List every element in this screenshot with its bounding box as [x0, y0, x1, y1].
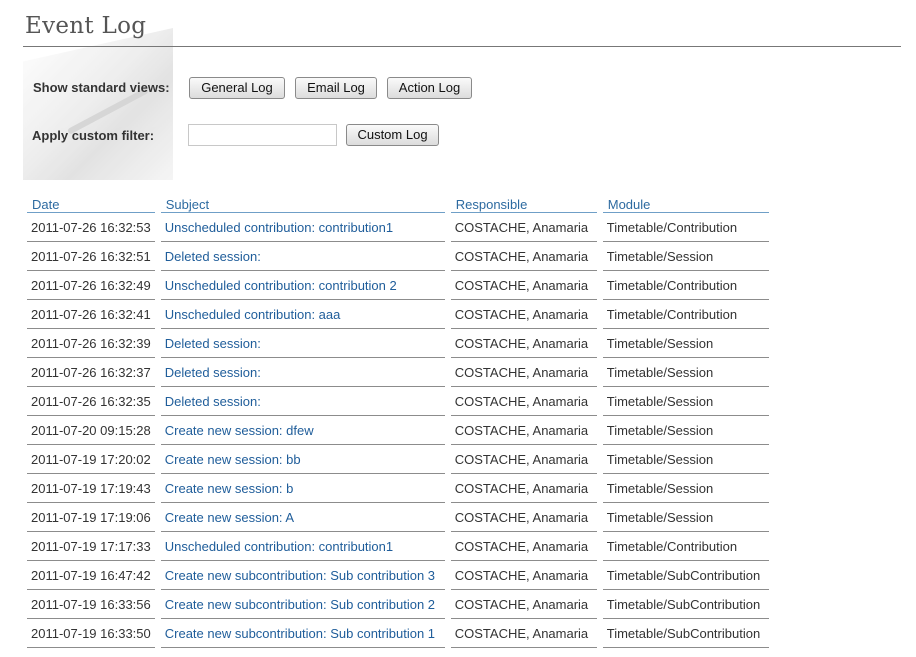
custom-filter-input[interactable] — [188, 124, 337, 146]
table-row: 2011-07-19 16:33:50 Create new subcontrib… — [27, 619, 769, 648]
table-row: 2011-07-19 17:20:02 Create new session: b… — [27, 445, 769, 474]
cell-subject-link[interactable]: Deleted session: — [160, 242, 445, 271]
email-log-button[interactable]: Email Log — [295, 77, 377, 99]
cell-module: Timetable/Session — [602, 329, 769, 358]
table-row: 2011-07-19 16:33:56 Create new subcontrib… — [27, 590, 769, 619]
cell-subject-link[interactable]: Create new subcontribution: Sub contribu… — [160, 590, 445, 619]
column-header-date[interactable]: Date — [27, 193, 155, 213]
column-header-subject[interactable]: Subject — [160, 193, 445, 213]
cell-module: Timetable/SubContribution — [602, 619, 769, 648]
cell-responsible: COSTACHE, Anamaria — [450, 532, 597, 561]
general-log-button[interactable]: General Log — [189, 77, 285, 99]
cell-date: 2011-07-19 16:47:42 — [27, 561, 155, 590]
cell-responsible: COSTACHE, Anamaria — [450, 387, 597, 416]
cell-subject-link[interactable]: Create new subcontribution: Sub contribu… — [160, 561, 445, 590]
cell-subject-link[interactable]: Create new session: b — [160, 474, 445, 503]
cell-date: 2011-07-26 16:32:51 — [27, 242, 155, 271]
cell-date: 2011-07-19 17:19:43 — [27, 474, 155, 503]
custom-filter-label: Apply custom filter: — [32, 128, 155, 143]
standard-views-label: Show standard views: — [33, 80, 170, 95]
cell-subject-link[interactable]: Create new subcontribution: Sub contribu… — [160, 619, 445, 648]
table-row: 2011-07-26 16:32:53 Unscheduled contribut… — [27, 213, 769, 242]
cell-date: 2011-07-20 09:15:28 — [27, 416, 155, 445]
custom-log-button[interactable]: Custom Log — [346, 124, 439, 146]
cell-module: Timetable/Contribution — [602, 300, 769, 329]
cell-date: 2011-07-26 16:32:53 — [27, 213, 155, 242]
cell-module: Timetable/Contribution — [602, 213, 769, 242]
cell-responsible: COSTACHE, Anamaria — [450, 300, 597, 329]
header-decoration — [23, 28, 173, 180]
table-row: 2011-07-19 16:47:42 Create new subcontrib… — [27, 561, 769, 590]
cell-date: 2011-07-19 17:20:02 — [27, 445, 155, 474]
cell-module: Timetable/Session — [602, 416, 769, 445]
cell-date: 2011-07-19 16:33:50 — [27, 619, 155, 648]
cell-responsible: COSTACHE, Anamaria — [450, 561, 597, 590]
cell-subject-link[interactable]: Deleted session: — [160, 358, 445, 387]
table-header-row: Date Subject Responsible Module — [27, 193, 769, 213]
cell-responsible: COSTACHE, Anamaria — [450, 329, 597, 358]
table-row: 2011-07-19 17:17:33 Unscheduled contribut… — [27, 532, 769, 561]
cell-subject-link[interactable]: Unscheduled contribution: contribution1 — [160, 532, 445, 561]
cell-module: Timetable/SubContribution — [602, 561, 769, 590]
cell-module: Timetable/Contribution — [602, 532, 769, 561]
cell-subject-link[interactable]: Create new session: A — [160, 503, 445, 532]
cell-date: 2011-07-19 17:19:06 — [27, 503, 155, 532]
cell-module: Timetable/Session — [602, 387, 769, 416]
cell-subject-link[interactable]: Create new session: bb — [160, 445, 445, 474]
table-row: 2011-07-26 16:32:51 Deleted session: COSTA… — [27, 242, 769, 271]
table-row: 2011-07-26 16:32:39 Deleted session: COSTA… — [27, 329, 769, 358]
cell-subject-link[interactable]: Deleted session: — [160, 329, 445, 358]
table-row: 2011-07-19 17:19:43 Create new session: b… — [27, 474, 769, 503]
cell-module: Timetable/Session — [602, 503, 769, 532]
cell-subject-link[interactable]: Create new session: dfew — [160, 416, 445, 445]
cell-responsible: COSTACHE, Anamaria — [450, 271, 597, 300]
cell-responsible: COSTACHE, Anamaria — [450, 619, 597, 648]
cell-responsible: COSTACHE, Anamaria — [450, 358, 597, 387]
cell-responsible: COSTACHE, Anamaria — [450, 416, 597, 445]
cell-module: Timetable/Session — [602, 474, 769, 503]
cell-responsible: COSTACHE, Anamaria — [450, 590, 597, 619]
table-row: 2011-07-20 09:15:28 Create new session: d… — [27, 416, 769, 445]
cell-subject-link[interactable]: Deleted session: — [160, 387, 445, 416]
cell-date: 2011-07-26 16:32:37 — [27, 358, 155, 387]
column-header-module[interactable]: Module — [602, 193, 769, 213]
cell-responsible: COSTACHE, Anamaria — [450, 213, 597, 242]
cell-date: 2011-07-19 16:33:56 — [27, 590, 155, 619]
cell-subject-link[interactable]: Unscheduled contribution: aaa — [160, 300, 445, 329]
cell-date: 2011-07-26 16:32:41 — [27, 300, 155, 329]
table-row: 2011-07-26 16:32:35 Deleted session: COSTA… — [27, 387, 769, 416]
table-row: 2011-07-26 16:32:49 Unscheduled contribut… — [27, 271, 769, 300]
cell-date: 2011-07-19 17:17:33 — [27, 532, 155, 561]
page-title: Event Log — [25, 13, 147, 39]
column-header-responsible[interactable]: Responsible — [450, 193, 597, 213]
action-log-button[interactable]: Action Log — [387, 77, 472, 99]
cell-responsible: COSTACHE, Anamaria — [450, 445, 597, 474]
cell-module: Timetable/Contribution — [602, 271, 769, 300]
table-row: 2011-07-19 17:19:06 Create new session: A… — [27, 503, 769, 532]
cell-subject-link[interactable]: Unscheduled contribution: contribution 2 — [160, 271, 445, 300]
cell-responsible: COSTACHE, Anamaria — [450, 474, 597, 503]
event-log-table: Date Subject Responsible Module 2011-07-… — [27, 193, 769, 648]
cell-date: 2011-07-26 16:32:39 — [27, 329, 155, 358]
title-divider — [23, 46, 901, 47]
cell-subject-link[interactable]: Unscheduled contribution: contribution1 — [160, 213, 445, 242]
cell-module: Timetable/Session — [602, 445, 769, 474]
cell-responsible: COSTACHE, Anamaria — [450, 242, 597, 271]
cell-module: Timetable/Session — [602, 242, 769, 271]
table-row: 2011-07-26 16:32:37 Deleted session: COSTA… — [27, 358, 769, 387]
cell-date: 2011-07-26 16:32:49 — [27, 271, 155, 300]
table-row: 2011-07-26 16:32:41 Unscheduled contribut… — [27, 300, 769, 329]
cell-module: Timetable/Session — [602, 358, 769, 387]
cell-module: Timetable/SubContribution — [602, 590, 769, 619]
cell-responsible: COSTACHE, Anamaria — [450, 503, 597, 532]
table-body: 2011-07-26 16:32:53 Unscheduled contribut… — [27, 213, 769, 648]
cell-date: 2011-07-26 16:32:35 — [27, 387, 155, 416]
